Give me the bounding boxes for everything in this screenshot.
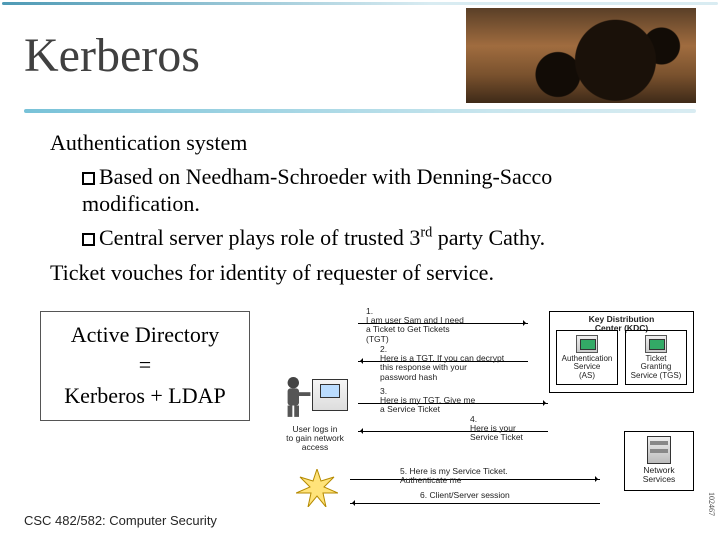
computer-icon xyxy=(312,379,348,411)
server-stack-icon xyxy=(647,436,671,464)
step-1: 1. I am user Sam and I need a Ticket to … xyxy=(366,307,464,344)
arrow-6 xyxy=(350,503,600,504)
step-2: 2. Here is a TGT. If you can decrypt thi… xyxy=(380,345,504,382)
title-image xyxy=(466,8,696,103)
title-underline xyxy=(24,109,696,113)
footer-text: CSC 482/582: Computer Security xyxy=(24,513,217,528)
ns-label: Network Services xyxy=(627,466,691,485)
lower-row: Active Directory = Kerberos + LDAP Key D… xyxy=(0,293,720,521)
bullet-central-server: Central server plays role of trusted 3rd… xyxy=(50,224,670,252)
server-icon xyxy=(645,335,667,353)
ad-line-2: = xyxy=(55,350,235,381)
bullet-text-2a: Central server plays role of trusted 3 xyxy=(99,225,420,250)
explosion-icon xyxy=(296,469,338,507)
ordinal-rd: rd xyxy=(420,224,432,240)
active-directory-box: Active Directory = Kerberos + LDAP xyxy=(40,311,250,421)
side-code: 102467 xyxy=(707,492,716,516)
square-bullet-icon xyxy=(82,172,95,185)
content-area: Authentication system Based on Needham-S… xyxy=(0,125,720,287)
ad-line-1: Active Directory xyxy=(55,320,235,351)
step-5: 5. Here is my Service Ticket. Authentica… xyxy=(400,467,508,486)
step-3: 3. Here is my TGT. Give me a Service Tic… xyxy=(380,387,475,415)
as-box: Authentication Service (AS) xyxy=(556,330,618,385)
as-label: Authentication Service (AS) xyxy=(557,355,617,381)
slide-title: Kerberos xyxy=(24,28,200,83)
bullet-needham: Based on Needham-Schroeder with Denning-… xyxy=(50,163,670,218)
tgs-label: Ticket Granting Service (TGS) xyxy=(626,355,686,381)
step-4: 4. Here is your Service Ticket xyxy=(470,415,523,443)
kdc-box: Key Distribution Center (KDC) Authentica… xyxy=(549,311,694,393)
bullet-text-1: Based on Needham-Schroeder with Denning-… xyxy=(82,164,552,217)
network-services-box: Network Services xyxy=(624,431,694,491)
square-bullet-icon xyxy=(82,233,95,246)
tgs-box: Ticket Granting Service (TGS) xyxy=(625,330,687,385)
kerberos-diagram: Key Distribution Center (KDC) Authentica… xyxy=(270,311,700,521)
user-login-label: User logs in to gain network access xyxy=(270,425,360,453)
ad-line-3: Kerberos + LDAP xyxy=(55,381,235,412)
server-icon xyxy=(576,335,598,353)
heading-ticket: Ticket vouches for identity of requester… xyxy=(50,259,670,287)
step-6: 6. Client/Server session xyxy=(420,491,510,500)
bullet-text-2b: party Cathy. xyxy=(432,225,545,250)
pottery-illustration xyxy=(466,8,696,103)
heading-auth-system: Authentication system xyxy=(50,129,670,157)
title-row: Kerberos xyxy=(0,0,720,103)
